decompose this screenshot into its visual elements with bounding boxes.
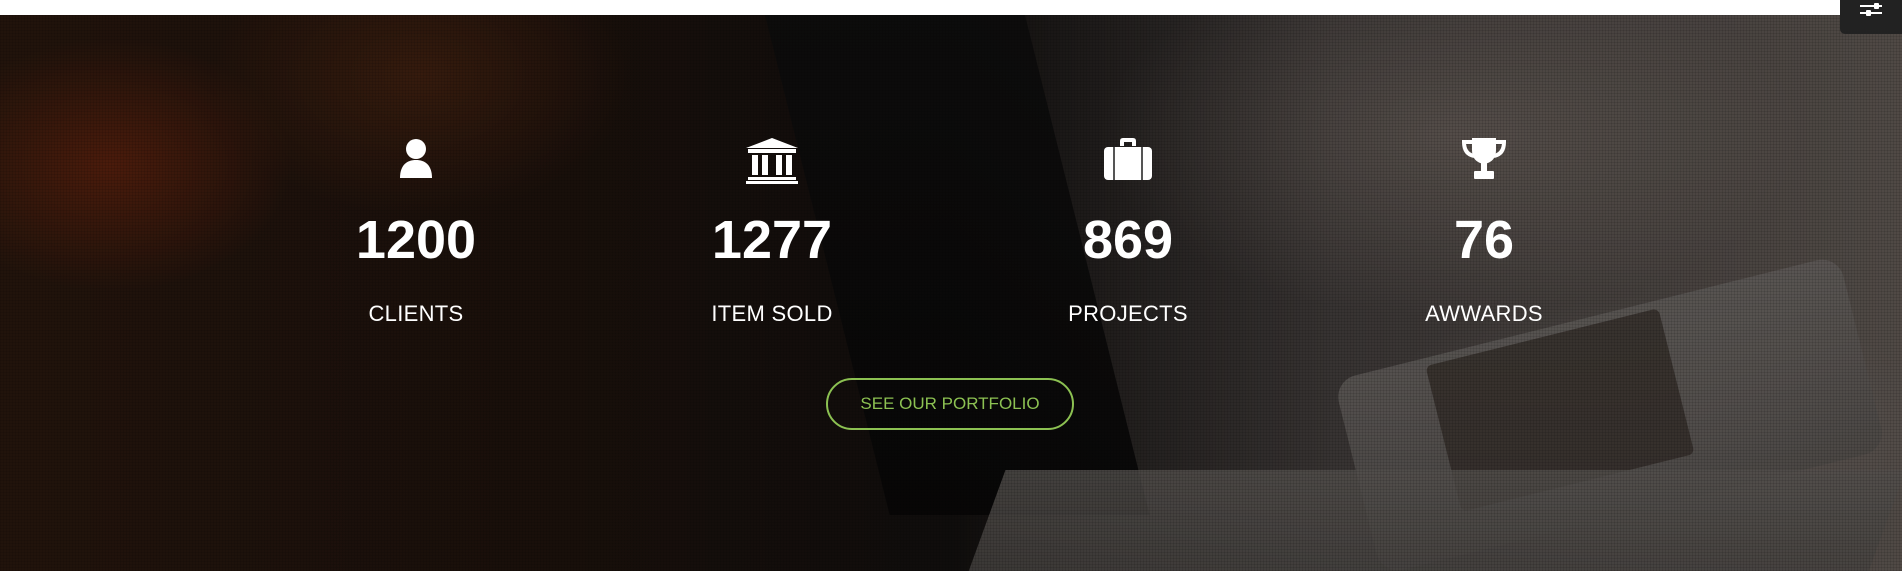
briefcase-icon <box>1104 138 1152 185</box>
stat-value: 869 <box>1082 210 1174 270</box>
stat-value: 1277 <box>711 210 833 270</box>
settings-toggle[interactable] <box>1840 0 1902 34</box>
counter-section: 1200 CLIENTS 1277 ITEM SOLD 869 PROJECTS… <box>0 15 1902 571</box>
bank-icon <box>746 138 798 189</box>
stat-value: 76 <box>1453 210 1515 270</box>
user-icon <box>399 138 433 183</box>
stat-value: 1200 <box>355 210 477 270</box>
stat-label: PROJECTS <box>1068 301 1188 326</box>
see-portfolio-button[interactable]: SEE OUR PORTFOLIO <box>826 378 1074 430</box>
stat-label: AWWARDS <box>1425 301 1543 326</box>
stat-label: CLIENTS <box>368 301 464 326</box>
stat-label: ITEM SOLD <box>711 301 833 326</box>
background-overlay <box>0 15 1902 571</box>
trophy-icon <box>1461 138 1507 185</box>
